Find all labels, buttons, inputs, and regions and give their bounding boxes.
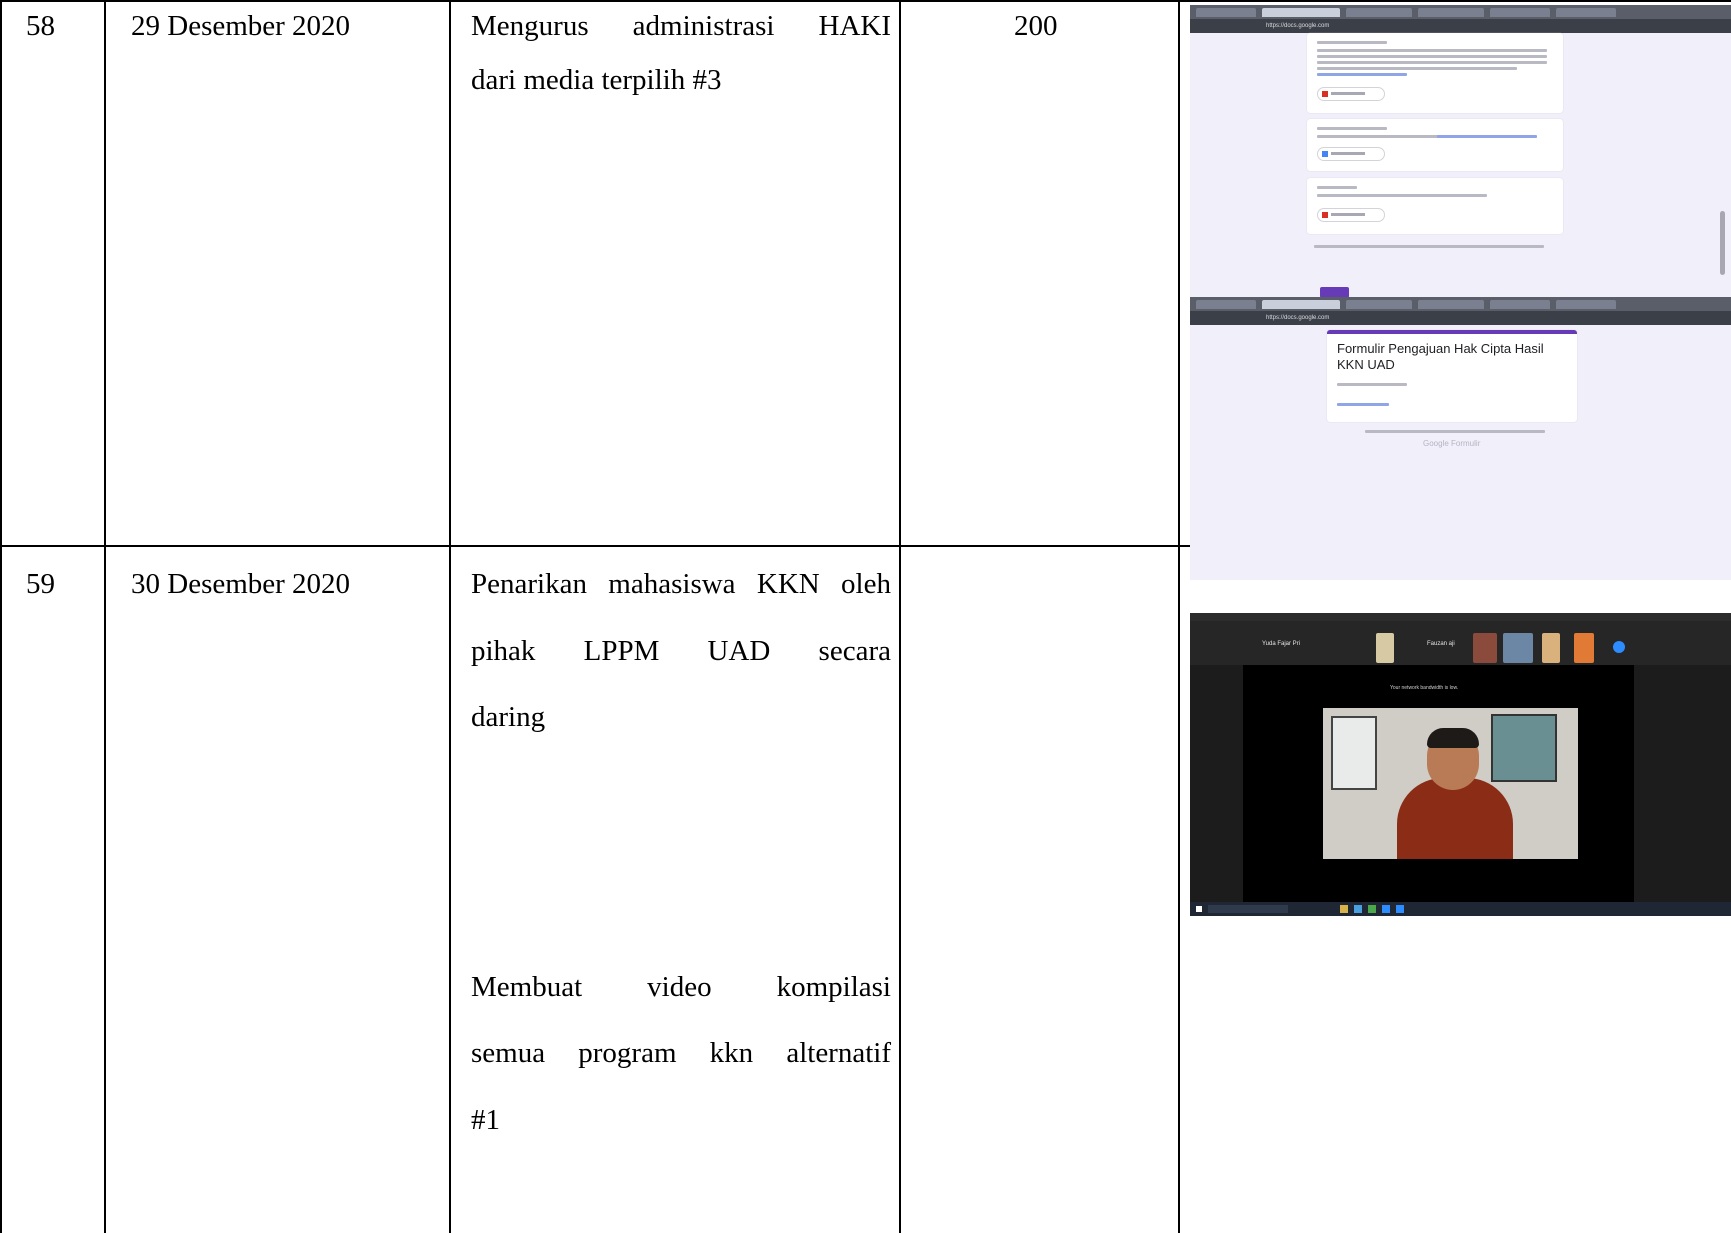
row-activity-line: #1 (471, 1104, 500, 1136)
meeting-title-bar (1190, 613, 1731, 621)
submit-another-link (1337, 403, 1389, 406)
participant-thumbnail (1473, 633, 1497, 663)
participant-name: Yuda Fajar Pri (1262, 641, 1301, 647)
response-recorded-text (1337, 383, 1407, 386)
row-date: 30 Desember 2020 (131, 568, 351, 600)
next-page-icon (1613, 641, 1625, 653)
form-note (1314, 245, 1544, 248)
windows-taskbar (1190, 902, 1731, 916)
row-date: 29 Desember 2020 (131, 10, 351, 42)
column-divider (449, 0, 451, 1233)
participant-thumbnail (1574, 633, 1594, 663)
column-divider (104, 0, 106, 1233)
browser-tab-bar (1190, 5, 1731, 19)
column-divider (1178, 0, 1180, 1233)
form-title: Formulir Pengajuan Hak Cipta Hasil KKN U… (1337, 341, 1544, 372)
row-number: 58 (26, 10, 55, 42)
row-activity-line: Membuat video kompilasi (471, 971, 891, 1003)
address-url: https://docs.google.com (1266, 23, 1330, 29)
upload-card (1307, 119, 1563, 171)
participant-thumbnail (1503, 633, 1533, 663)
row-activity-line: Penarikan mahasiswa KKN oleh (471, 568, 891, 600)
row-activity-line: daring (471, 701, 546, 733)
screenshot-video-meeting: Yuda Fajar Pri Fauzan aji Your network b… (1190, 613, 1731, 916)
address-url: https://docs.google.com (1266, 315, 1330, 321)
participant-thumbnail (1542, 633, 1560, 663)
row-activity-line: Mengurus administrasi HAKI (471, 10, 891, 42)
participant-name: Fauzan aji (1427, 641, 1455, 647)
browser-address-bar: https://docs.google.com (1190, 311, 1731, 325)
browser-address-bar: https://docs.google.com (1190, 19, 1731, 33)
upload-card (1307, 178, 1563, 234)
participant-strip: Yuda Fajar Pri Fauzan aji (1190, 621, 1731, 665)
speaker-video (1323, 708, 1578, 859)
row-amount: 200 (1014, 10, 1058, 42)
upload-card (1307, 33, 1563, 113)
google-forms-logo: Google Formulir (1423, 439, 1481, 448)
scrollbar (1720, 211, 1725, 275)
column-divider (899, 0, 901, 1233)
row-number: 59 (26, 568, 55, 600)
browser-tab-bar (1190, 297, 1731, 311)
screenshot-google-form: https://docs.google.com https://docs.goo… (1190, 5, 1731, 580)
column-divider (0, 0, 2, 1233)
participant-thumbnail (1376, 633, 1394, 663)
row-activity-line: semua program kkn alternatif (471, 1037, 891, 1069)
footer-note (1365, 430, 1545, 433)
network-notice: Your network bandwidth is low. (1390, 685, 1459, 691)
row-activity-line: pihak LPPM UAD secara (471, 635, 891, 667)
row-activity-line: dari media terpilih #3 (471, 64, 722, 96)
